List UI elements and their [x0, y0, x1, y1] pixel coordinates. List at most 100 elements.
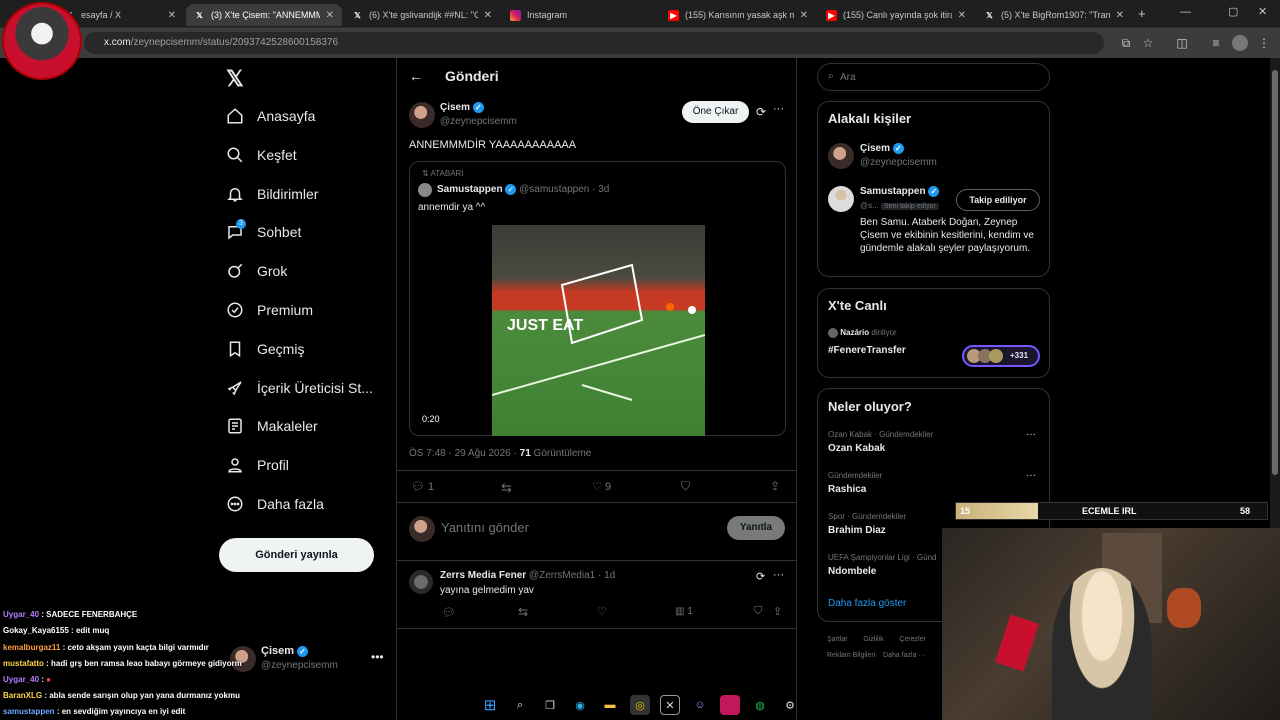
- close-window-icon[interactable]: ✕: [1258, 5, 1267, 18]
- browser-tab[interactable]: ▶ (155) Karısının yasak aşk mesajı ✕: [660, 4, 816, 26]
- account-more-icon[interactable]: •••: [371, 650, 384, 664]
- bookmark-action[interactable]: ⛉: [681, 479, 690, 494]
- menu-icon[interactable]: ⋮: [1256, 35, 1272, 51]
- reply-author-avatar[interactable]: [409, 570, 433, 594]
- close-tab-icon[interactable]: ✕: [958, 10, 966, 21]
- grok-explain-icon[interactable]: ⟳: [756, 105, 766, 119]
- reply-author-row[interactable]: Zerrs Media Fener @ZerrsMedia1 · 1d: [440, 570, 615, 581]
- close-tab-icon[interactable]: ✕: [800, 10, 808, 21]
- post-more-icon[interactable]: ···: [773, 103, 784, 115]
- close-tab-icon[interactable]: ✕: [168, 10, 176, 21]
- minimize-icon[interactable]: —: [1180, 6, 1191, 18]
- task-view-icon[interactable]: ❐: [540, 695, 560, 715]
- reply-action[interactable]: 💬︎ 1: [411, 480, 434, 493]
- browser-tab[interactable]: 𝕏 (5) X'te BigRom1907: "Transfer ✕: [976, 4, 1132, 26]
- trend-name[interactable]: Brahim Diaz: [828, 525, 886, 536]
- trend-more-icon[interactable]: ···: [1026, 470, 1036, 481]
- x-logo-icon[interactable]: 𝕏: [226, 66, 244, 92]
- nav-item-more[interactable]: Daha fazla: [226, 490, 324, 518]
- reply-bookmark-icon[interactable]: ⛉: [754, 605, 762, 618]
- nav-item-home[interactable]: Anasayfa: [226, 102, 315, 130]
- person-avatar[interactable]: [828, 143, 854, 169]
- post-button[interactable]: Gönderi yayınla: [219, 538, 374, 572]
- scrollbar-thumb[interactable]: [1272, 70, 1278, 475]
- footer-link[interactable]: Çerezler: [899, 636, 925, 643]
- edge-icon[interactable]: ◉: [570, 695, 590, 715]
- trend-name[interactable]: Rashica: [828, 484, 866, 495]
- live-listeners-pill[interactable]: +331: [962, 345, 1040, 367]
- grok-explain-icon[interactable]: ⟳: [756, 570, 765, 583]
- post-author-avatar[interactable]: [409, 102, 435, 128]
- cast-icon[interactable]: ⧉: [1118, 35, 1134, 51]
- spotify-icon[interactable]: ◍: [750, 695, 770, 715]
- nav-item-notifications[interactable]: Bildirimler: [226, 180, 318, 208]
- nav-item-premium[interactable]: Premium: [226, 296, 313, 324]
- nav-item-grok[interactable]: Grok: [226, 257, 287, 285]
- reply-like-icon[interactable]: ♡: [597, 605, 607, 618]
- browser-tab-active[interactable]: 𝕏 (3) X'te Çisem: "ANNEMMMDİR ✕: [186, 4, 342, 26]
- nav-item-explore[interactable]: Keşfet: [226, 141, 297, 169]
- like-action[interactable]: ♡ 9: [592, 480, 611, 493]
- url-field[interactable]: x.com/zeynepcisemm/status/20937425286001…: [84, 32, 1104, 54]
- video-player[interactable]: JUST EAT: [492, 225, 705, 436]
- extensions-icon[interactable]: ◫: [1174, 35, 1190, 51]
- close-tab-icon[interactable]: ✕: [326, 10, 334, 21]
- live-topic[interactable]: #FenereTransfer: [828, 345, 906, 356]
- following-button[interactable]: Takip ediliyor: [956, 189, 1040, 211]
- footer-link[interactable]: Gizlilik: [863, 636, 883, 643]
- nav-item-bookmarks[interactable]: Geçmiş: [226, 335, 304, 363]
- reply-more-icon[interactable]: ···: [773, 569, 784, 581]
- promote-button[interactable]: Öne Çıkar: [682, 101, 749, 123]
- bookmark-star-icon[interactable]: ☆: [1140, 35, 1156, 51]
- reply-repost-icon[interactable]: ⇆: [518, 605, 528, 619]
- post-author-name-row[interactable]: Çisem ✓: [440, 102, 484, 113]
- steam-icon[interactable]: ⚙: [780, 695, 800, 715]
- footer-link[interactable]: Reklam Bilgileri: [827, 652, 875, 659]
- repost-action[interactable]: ⇆: [501, 480, 512, 496]
- reply-views[interactable]: ▥ 1: [675, 606, 693, 617]
- browser-tab[interactable]: 𝕏 (6) X'te gslivandijk ##NL: "Geliyo ✕: [344, 4, 500, 26]
- reply-button[interactable]: Yanıtla: [727, 516, 785, 540]
- search-icon[interactable]: ⌕: [510, 695, 530, 715]
- close-tab-icon[interactable]: ✕: [484, 10, 492, 21]
- trend-name[interactable]: Ozan Kabak: [828, 443, 885, 454]
- share-action[interactable]: ⇪: [770, 479, 780, 493]
- home-icon: [227, 108, 243, 124]
- search-input[interactable]: ⌕ Ara: [817, 63, 1050, 91]
- windows-start-icon[interactable]: ⊞: [480, 695, 500, 715]
- person-avatar[interactable]: [828, 186, 854, 212]
- discord-icon[interactable]: ☺: [690, 695, 710, 715]
- live-host-row[interactable]: Nazário dinliyor: [828, 328, 897, 338]
- video-time: 0:20: [422, 414, 440, 424]
- nav-item-creator-studio[interactable]: İçerik Üreticisi St...: [226, 374, 373, 402]
- person-name-row[interactable]: Samustappen ✓: [860, 186, 940, 197]
- media-icon[interactable]: ≡: [1208, 35, 1224, 51]
- new-tab-icon[interactable]: +: [1138, 6, 1146, 21]
- file-explorer-icon[interactable]: ▬: [600, 695, 620, 715]
- post-author-handle[interactable]: @zeynepcisemm: [440, 116, 517, 127]
- x-app-icon[interactable]: ✕: [660, 695, 680, 715]
- app-icon[interactable]: [720, 695, 740, 715]
- browser-tab[interactable]: Instagram: [502, 4, 658, 26]
- profile-avatar[interactable]: [1232, 35, 1248, 51]
- browser-tab[interactable]: ▶ (155) Canlı yayında şok itiraf - ✕: [818, 4, 974, 26]
- maximize-icon[interactable]: ▢: [1228, 5, 1238, 18]
- trend-name[interactable]: Ndombele: [828, 566, 876, 577]
- trend-more-icon[interactable]: ···: [1026, 429, 1036, 440]
- footer-link[interactable]: Daha fazla: [883, 652, 916, 659]
- reply-input[interactable]: Yanıtını gönder: [441, 520, 529, 535]
- person-name-row[interactable]: Çisem ✓: [860, 143, 904, 154]
- close-tab-icon[interactable]: ✕: [1116, 10, 1124, 21]
- nav-item-profile[interactable]: Profil: [226, 451, 289, 479]
- show-more-link[interactable]: Daha fazla göster: [828, 598, 906, 609]
- nav-item-articles[interactable]: Makaleler: [226, 412, 318, 440]
- more-icon: [227, 496, 243, 512]
- footer-link[interactable]: Şartlar: [827, 636, 848, 643]
- nav-item-chat[interactable]: Sohbet 3: [226, 218, 301, 246]
- reply-share-icon[interactable]: ⇪: [773, 605, 782, 618]
- trend-context: Ozan Kabak · Gündemdekiler: [828, 430, 934, 439]
- reply-reply-icon[interactable]: 💬︎: [442, 606, 456, 619]
- back-arrow-icon[interactable]: ←: [409, 68, 423, 84]
- quoted-post[interactable]: ⇅ ATABARI Samustappen ✓ @samustappen · 3…: [409, 161, 786, 436]
- chrome-icon[interactable]: ◎: [630, 695, 650, 715]
